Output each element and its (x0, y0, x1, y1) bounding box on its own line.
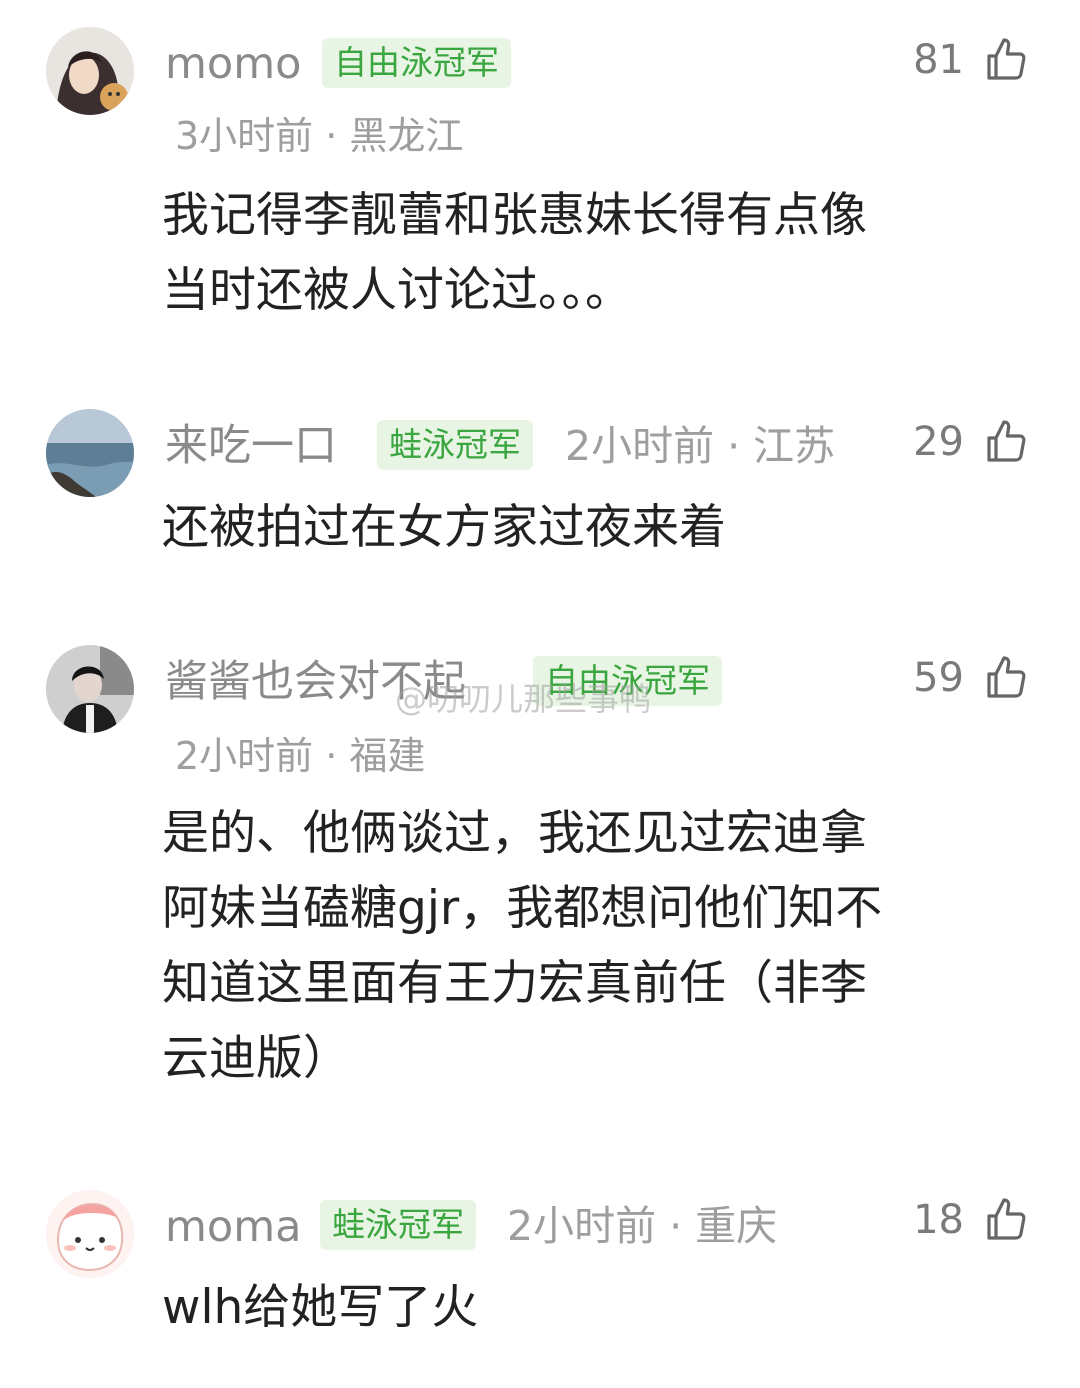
like-button[interactable]: 29 (913, 412, 1030, 472)
like-count: 81 (913, 37, 964, 83)
thumbs-up-icon (982, 654, 1030, 702)
username[interactable]: 来吃一口 (165, 416, 337, 476)
like-button[interactable]: 59 (913, 648, 1030, 708)
thumbs-up-icon (982, 36, 1030, 84)
comment-text: 我记得李靓蕾和张惠妹长得有点像 当时还被人讨论过。。。 (162, 188, 867, 318)
user-avatar[interactable] (46, 27, 134, 115)
like-count: 29 (913, 419, 964, 465)
user-avatar[interactable] (46, 409, 134, 497)
thumbs-up-icon (982, 1196, 1030, 1244)
anime-avatar-icon (46, 27, 134, 115)
seascape-avatar-icon (46, 409, 134, 497)
comment-meta: 2小时前 · 福建 (175, 734, 426, 778)
like-button[interactable]: 18 (913, 1190, 1030, 1250)
comment-meta: 2小时前 · 重庆 (507, 1202, 778, 1250)
cartoon-avatar-icon (46, 1190, 134, 1278)
user-avatar[interactable] (46, 645, 134, 733)
comment-text: wlh给她写了火 (162, 1280, 479, 1335)
comment-text: 还被拍过在女方家过夜来着 (162, 500, 726, 555)
like-count: 18 (913, 1197, 964, 1243)
watermark: @叨叨儿那些事鸭 (395, 680, 652, 718)
portrait-avatar-icon (46, 645, 134, 733)
user-avatar[interactable] (46, 1190, 134, 1278)
like-count: 59 (913, 655, 964, 701)
status-badge: 蛙泳冠军 (377, 420, 533, 470)
comment-text: 是的、他俩谈过，我还见过宏迪拿 阿妹当磕糖gjr，我都想问他们知不 知道这里面有… (162, 806, 883, 1086)
status-badge: 蛙泳冠军 (320, 1200, 476, 1250)
username[interactable]: momo (165, 34, 301, 94)
comment-meta: 2小时前 · 江苏 (565, 422, 836, 470)
like-button[interactable]: 81 (913, 30, 1030, 90)
comment-meta: 3小时前 · 黑龙江 (175, 114, 464, 158)
status-badge: 自由泳冠军 (322, 38, 511, 88)
username[interactable]: moma (165, 1197, 301, 1257)
thumbs-up-icon (982, 418, 1030, 466)
